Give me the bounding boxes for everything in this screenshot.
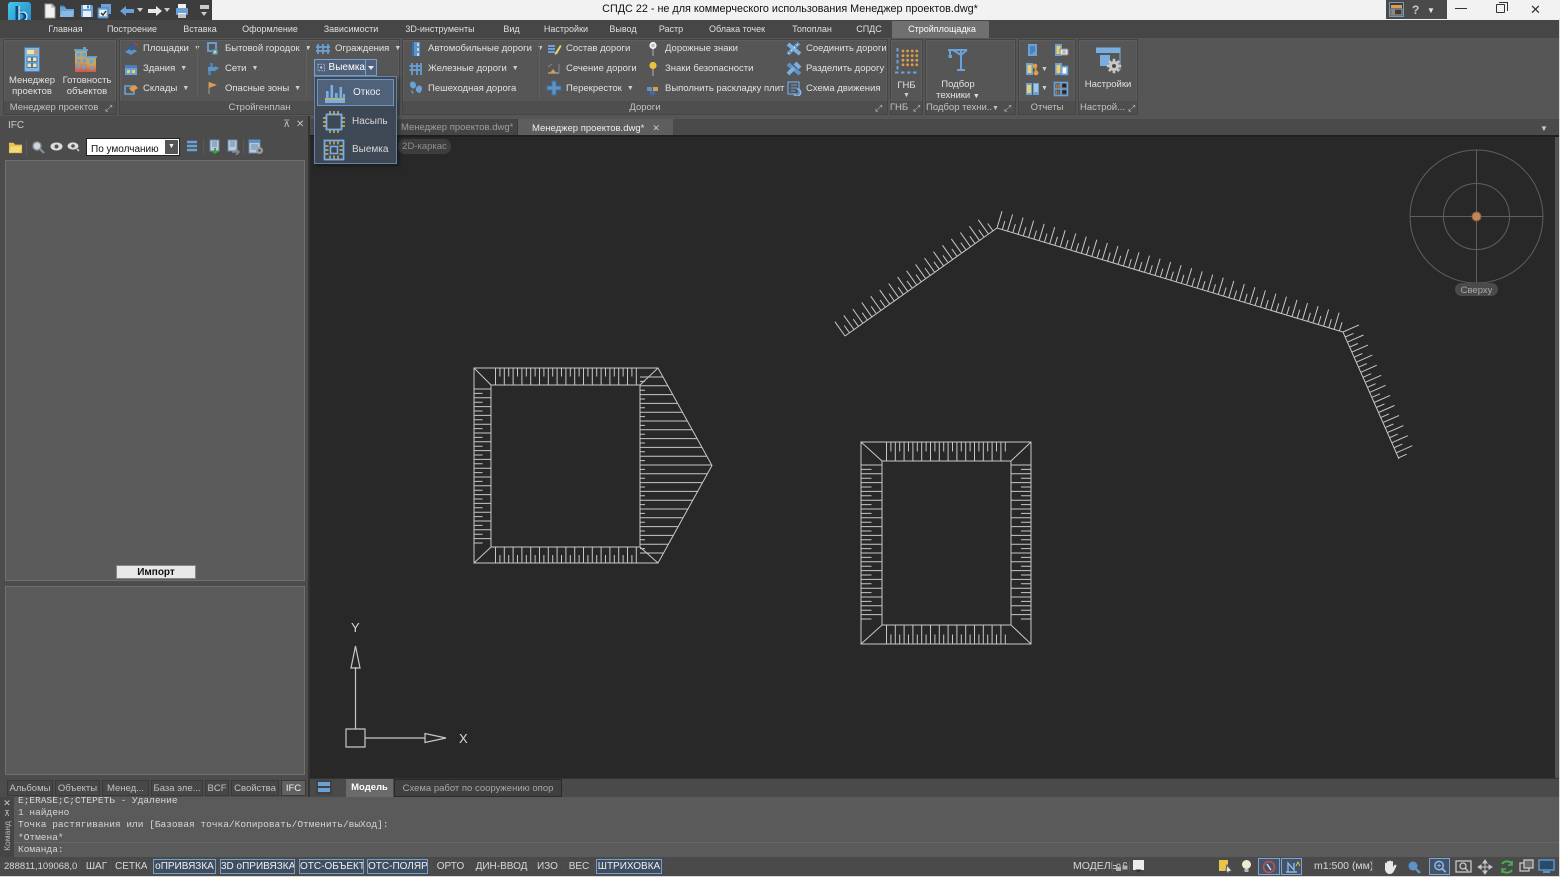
svg-text:h: h	[1056, 91, 1059, 97]
svg-text:Y: Y	[351, 620, 360, 635]
svg-text:X: X	[459, 731, 468, 746]
svg-text:M: M	[1056, 84, 1060, 90]
svg-text:Сверху: Сверху	[1461, 285, 1493, 296]
